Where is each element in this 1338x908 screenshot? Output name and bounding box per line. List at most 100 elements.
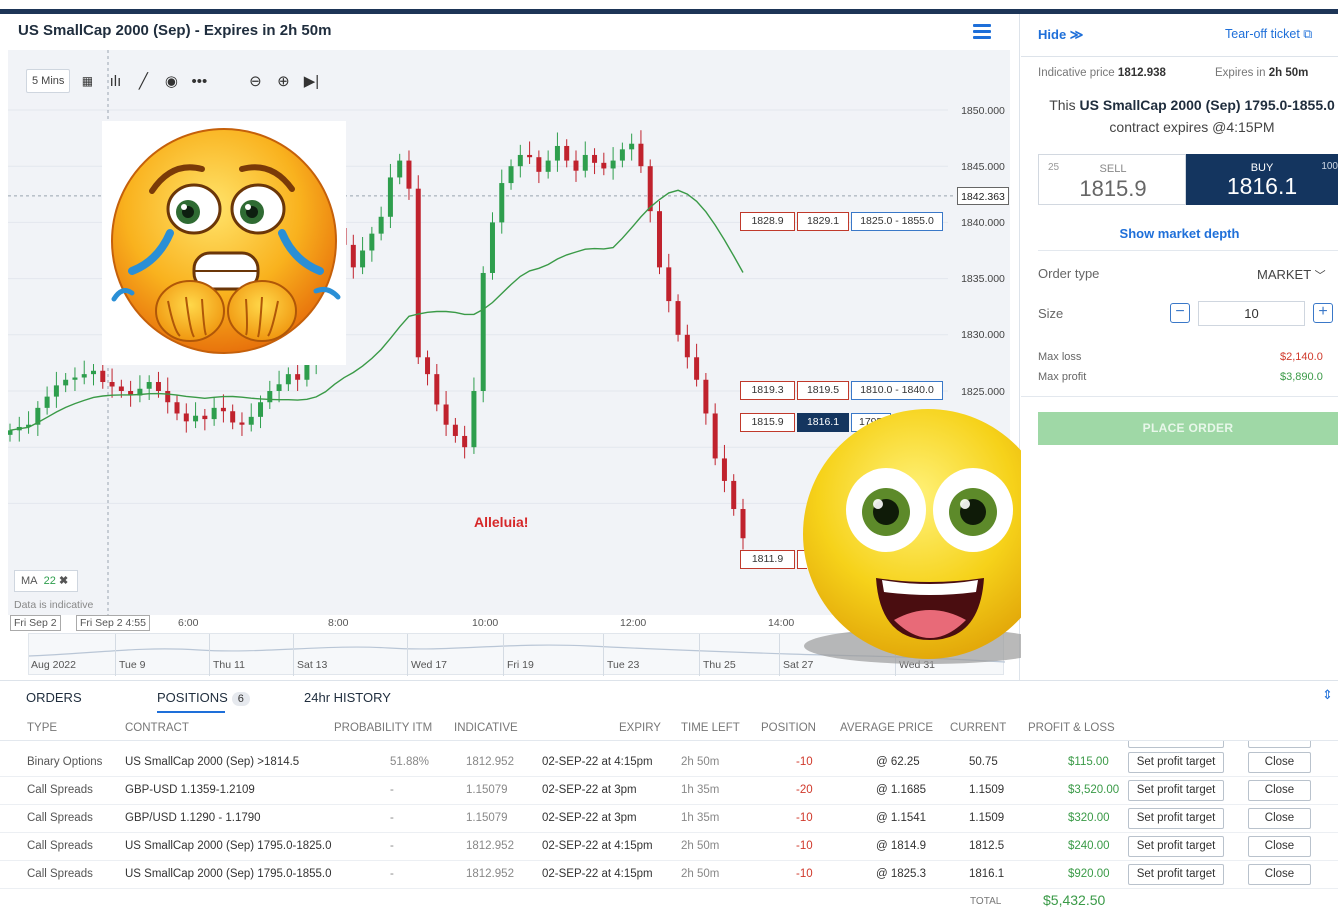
tab-orders[interactable]: ORDERS	[26, 690, 82, 705]
ma-indicator-chip[interactable]: MA 22 ✖	[14, 570, 78, 592]
table-row: Call Spreads GBP-USD 1.1359-1.2109 - 1.1507…	[0, 777, 1338, 805]
position-contract[interactable]: US SmallCap 2000 (Sep) 1795.0-1855.0	[125, 868, 332, 880]
level-sell-price[interactable]: 1815.9	[740, 413, 795, 432]
column-header[interactable]: AVERAGE PRICE	[840, 722, 933, 734]
place-order-button[interactable]: PLACE ORDER	[1038, 412, 1338, 445]
play-end-icon[interactable]: ▶|	[300, 69, 322, 93]
column-header[interactable]: PROBABILITY ITM	[334, 722, 432, 734]
buy-button[interactable]: 100 BUY 1816.1	[1186, 154, 1338, 205]
set-profit-target-button[interactable]: Set profit target	[1128, 808, 1224, 829]
column-header[interactable]: PROFIT & LOSS	[1028, 722, 1115, 734]
more-icon[interactable]: •••	[188, 69, 210, 93]
candle-body	[434, 374, 440, 405]
collapse-icon[interactable]: ⇕	[1322, 687, 1333, 703]
zoom-out-icon[interactable]: ⊖	[244, 69, 266, 93]
current-price: 50.75	[969, 756, 998, 768]
column-header[interactable]: TYPE	[27, 722, 57, 734]
candle-body	[480, 272, 486, 391]
size-input[interactable]: 10	[1198, 301, 1305, 326]
level-sell-price[interactable]: 1819.3	[740, 381, 795, 400]
time-left: 2h 50m	[681, 840, 720, 852]
close-position-button[interactable]: Close	[1248, 864, 1311, 885]
navigator-label: Thu 11	[213, 659, 245, 671]
price-axis-label: 1835.000	[961, 273, 1005, 285]
hide-ticket-link[interactable]: Hide ≫	[1038, 27, 1083, 43]
candle-body	[471, 391, 477, 448]
set-profit-target-button[interactable]: Set profit target	[1128, 752, 1224, 773]
close-position-button[interactable]: Close	[1248, 836, 1311, 857]
candle-body	[489, 222, 495, 273]
table-row: Call Spreads GBP/USD 1.1290 - 1.1790 - 1.15…	[0, 805, 1338, 833]
set-profit-target-button[interactable]: Set profit target	[1128, 836, 1224, 857]
close-position-button[interactable]: Close	[1248, 808, 1311, 829]
tear-off-ticket-link[interactable]: Tear-off ticket ⧉	[1225, 27, 1312, 42]
sell-button[interactable]: 25 SELL 1815.9	[1038, 154, 1186, 205]
position-contract[interactable]: US SmallCap 2000 (Sep) 1795.0-1825.0	[125, 840, 332, 852]
close-position-button[interactable]: Close	[1248, 780, 1311, 801]
zoom-in-icon[interactable]: ⊕	[272, 69, 294, 93]
profit-loss: $115.00	[1068, 756, 1109, 768]
close-position-button[interactable]: Close	[1248, 752, 1311, 773]
candle-body	[100, 370, 106, 383]
position-contract[interactable]: GBP-USD 1.1359-1.2109	[125, 784, 255, 796]
set-profit-target-button[interactable]: Set profit target	[1128, 780, 1224, 801]
tab-24hr-history[interactable]: 24hr HISTORY	[304, 690, 391, 705]
chart-toolbar: 5 Mins ▦ ılı ╱ ◉ ••• ⊖ ⊕ ▶|	[26, 68, 322, 94]
level-buy-price[interactable]: 1829.1	[797, 212, 849, 231]
candle-body	[527, 154, 533, 158]
level-range[interactable]: 1810.0 - 1840.0	[851, 381, 943, 400]
contract-suffix: contract expires @4:15PM	[1109, 119, 1275, 135]
level-buy-price[interactable]: 1819.5	[797, 381, 849, 400]
position-type: Binary Options	[27, 756, 103, 768]
indicative-price-label: Indicative price	[1038, 67, 1115, 79]
candle-body	[517, 154, 523, 167]
time-left: 2h 50m	[681, 868, 720, 880]
positions-tabs: ORDERS POSITIONS 6 24hr HISTORY ⇕	[0, 681, 1338, 713]
set-profit-target-button[interactable]: Set profit target	[1128, 864, 1224, 885]
indicative-note: Data is indicative	[14, 599, 94, 611]
indicators-icon[interactable]: ılı	[104, 69, 126, 93]
candle-body	[647, 166, 653, 212]
column-header[interactable]: EXPIRY	[619, 722, 661, 734]
candle-body	[248, 416, 254, 425]
menu-icon[interactable]	[973, 24, 991, 39]
size-increment-button[interactable]: +	[1313, 303, 1333, 323]
candle-body	[183, 413, 189, 422]
candle-body	[462, 435, 468, 448]
column-header[interactable]: CURRENT	[950, 722, 1006, 734]
level-sell-price[interactable]: 1811.9	[740, 550, 795, 569]
max-loss-value: $2,140.0	[1280, 351, 1323, 363]
remove-icon[interactable]: ✖	[59, 575, 68, 587]
position-type: Call Spreads	[27, 784, 93, 796]
candle-body	[406, 160, 412, 189]
column-header[interactable]: CONTRACT	[125, 722, 189, 734]
position-contract[interactable]: US SmallCap 2000 (Sep) >1814.5	[125, 756, 299, 768]
level-range[interactable]: 1825.0 - 1855.0	[851, 212, 943, 231]
level-sell-price[interactable]: 1828.9	[740, 212, 795, 231]
hide-label: Hide	[1038, 27, 1067, 42]
candle-body	[731, 480, 737, 510]
eye-icon[interactable]: ◉	[160, 69, 182, 93]
draw-icon[interactable]: ╱	[132, 69, 154, 93]
chart-title: US SmallCap 2000 (Sep) - Expires in 2h 5…	[18, 22, 332, 39]
candle-body	[425, 357, 431, 375]
order-type-select[interactable]: MARKET ﹀	[1257, 267, 1326, 283]
table-row: Call Spreads US SmallCap 2000 (Sep) 1795.…	[0, 861, 1338, 889]
candle-body	[675, 301, 681, 335]
position-size: -10	[796, 840, 813, 852]
chart-type-icon[interactable]: ▦	[76, 69, 98, 93]
show-market-depth-link[interactable]: Show market depth	[1021, 226, 1338, 241]
candle-body	[44, 396, 50, 408]
position-contract[interactable]: GBP/USD 1.1290 - 1.1790	[125, 812, 261, 824]
interval-selector[interactable]: 5 Mins	[26, 69, 71, 93]
candle-body	[684, 334, 690, 358]
size-decrement-button[interactable]: −	[1170, 303, 1190, 323]
indicative-price: 1812.952	[466, 840, 514, 852]
column-header[interactable]: TIME LEFT	[681, 722, 740, 734]
current-price-tag: 1842.363	[957, 187, 1009, 205]
column-header[interactable]: INDICATIVE	[454, 722, 518, 734]
tab-positions[interactable]: POSITIONS 6	[157, 690, 250, 706]
column-header[interactable]: POSITION	[761, 722, 816, 734]
candle-body	[118, 386, 124, 391]
divider	[1021, 56, 1338, 57]
